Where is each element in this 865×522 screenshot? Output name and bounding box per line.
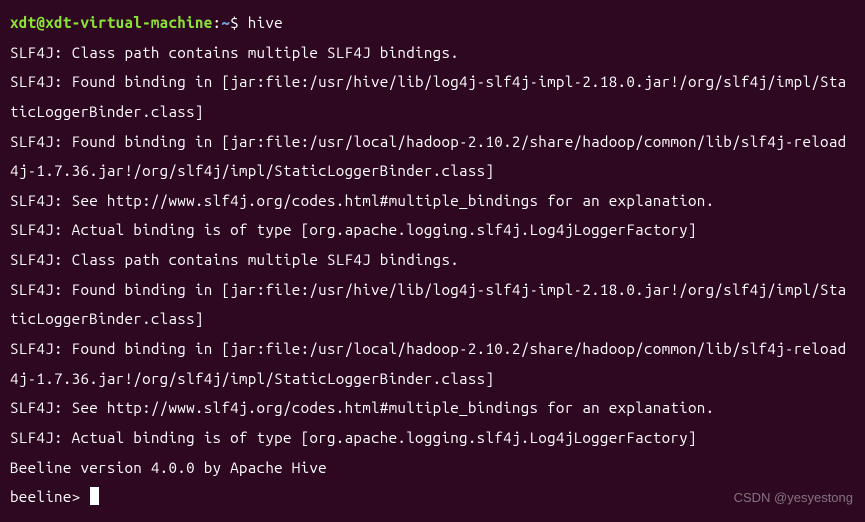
prompt-symbol: $ (230, 14, 239, 31)
output-line: SLF4J: Found binding in [jar:file:/usr/l… (10, 334, 855, 393)
prompt-user-host: xdt@xdt-virtual-machine (10, 14, 213, 31)
prompt-path: ~ (221, 14, 230, 31)
output-line: SLF4J: Class path contains multiple SLF4… (10, 245, 855, 275)
output-line: SLF4J: See http://www.slf4j.org/codes.ht… (10, 393, 855, 423)
beeline-prompt-line[interactable]: beeline> (10, 482, 855, 512)
output-line: SLF4J: Class path contains multiple SLF4… (10, 38, 855, 68)
beeline-prompt: beeline> (10, 488, 89, 505)
output-line: Beeline version 4.0.0 by Apache Hive (10, 453, 855, 483)
output-line: SLF4J: Actual binding is of type [org.ap… (10, 423, 855, 453)
prompt-separator: : (213, 14, 222, 31)
output-line: SLF4J: Found binding in [jar:file:/usr/h… (10, 275, 855, 334)
command-text: hive (248, 14, 283, 31)
terminal-content[interactable]: xdt@xdt-virtual-machine:~$ hive SLF4J: C… (10, 8, 855, 512)
output-line: SLF4J: Found binding in [jar:file:/usr/l… (10, 127, 855, 186)
output-line: SLF4J: Found binding in [jar:file:/usr/h… (10, 67, 855, 126)
output-line: SLF4J: See http://www.slf4j.org/codes.ht… (10, 186, 855, 216)
output-line: SLF4J: Actual binding is of type [org.ap… (10, 215, 855, 245)
prompt-line: xdt@xdt-virtual-machine:~$ hive (10, 8, 855, 38)
watermark-text: CSDN @yesyestong (734, 485, 853, 510)
cursor-icon (90, 487, 99, 505)
